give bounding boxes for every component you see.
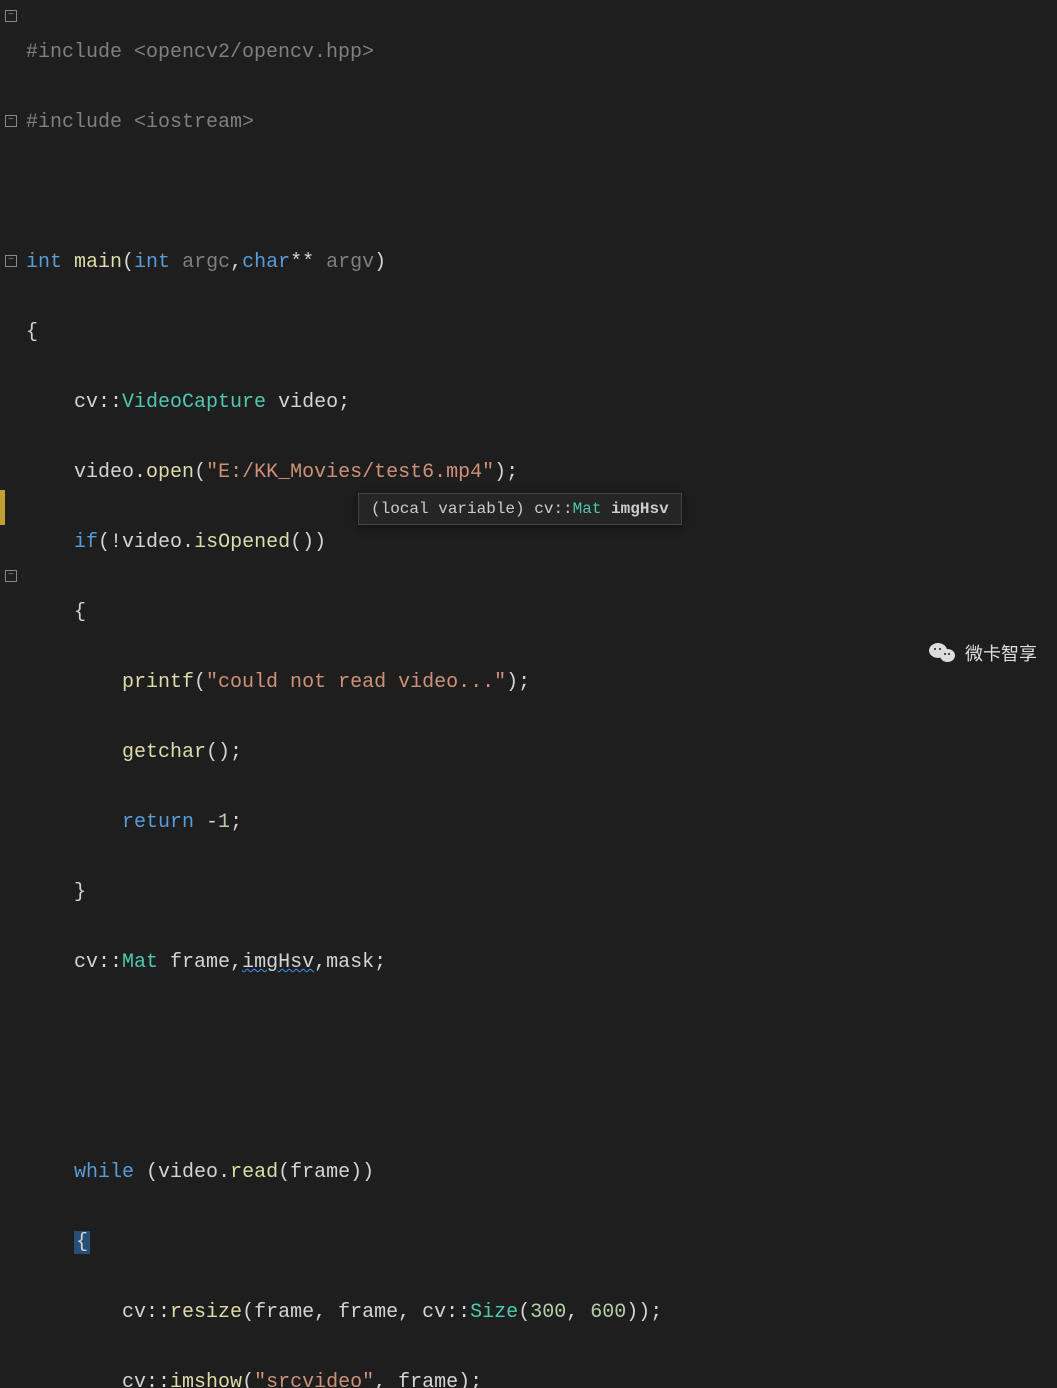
preprocessor: #include	[26, 111, 122, 134]
change-indicator	[0, 490, 5, 525]
fold-icon[interactable]: −	[5, 115, 17, 127]
tooltip-varname: imgHsv	[601, 500, 668, 518]
function-name: main	[62, 251, 122, 274]
preprocessor: #include	[26, 41, 122, 64]
keyword: int	[26, 251, 62, 274]
include-path: <iostream>	[122, 111, 254, 134]
type: VideoCapture	[122, 391, 266, 414]
code-content[interactable]: #include <opencv2/opencv.hpp> #include <…	[22, 0, 1057, 694]
hover-tooltip: (local variable) cv::Mat imgHsv	[358, 493, 682, 525]
gutter: − − − −	[0, 0, 22, 694]
watermark: 微卡智享	[929, 640, 1037, 666]
fold-icon[interactable]: −	[5, 10, 17, 22]
tooltip-prefix: (local variable)	[371, 500, 534, 518]
brace-highlight: {	[74, 1231, 90, 1254]
code-editor[interactable]: − − − − #include <opencv2/opencv.hpp> #i…	[0, 0, 1057, 694]
string: "E:/KK_Movies/test6.mp4"	[206, 461, 494, 484]
wechat-icon	[929, 641, 957, 665]
tooltip-type: Mat	[573, 500, 602, 518]
watermark-text: 微卡智享	[965, 640, 1037, 666]
fold-icon[interactable]: −	[5, 255, 17, 267]
variable-with-hint[interactable]: imgHsv	[242, 951, 314, 974]
include-path: <opencv2/opencv.hpp>	[122, 41, 374, 64]
fold-icon[interactable]: −	[5, 570, 17, 582]
